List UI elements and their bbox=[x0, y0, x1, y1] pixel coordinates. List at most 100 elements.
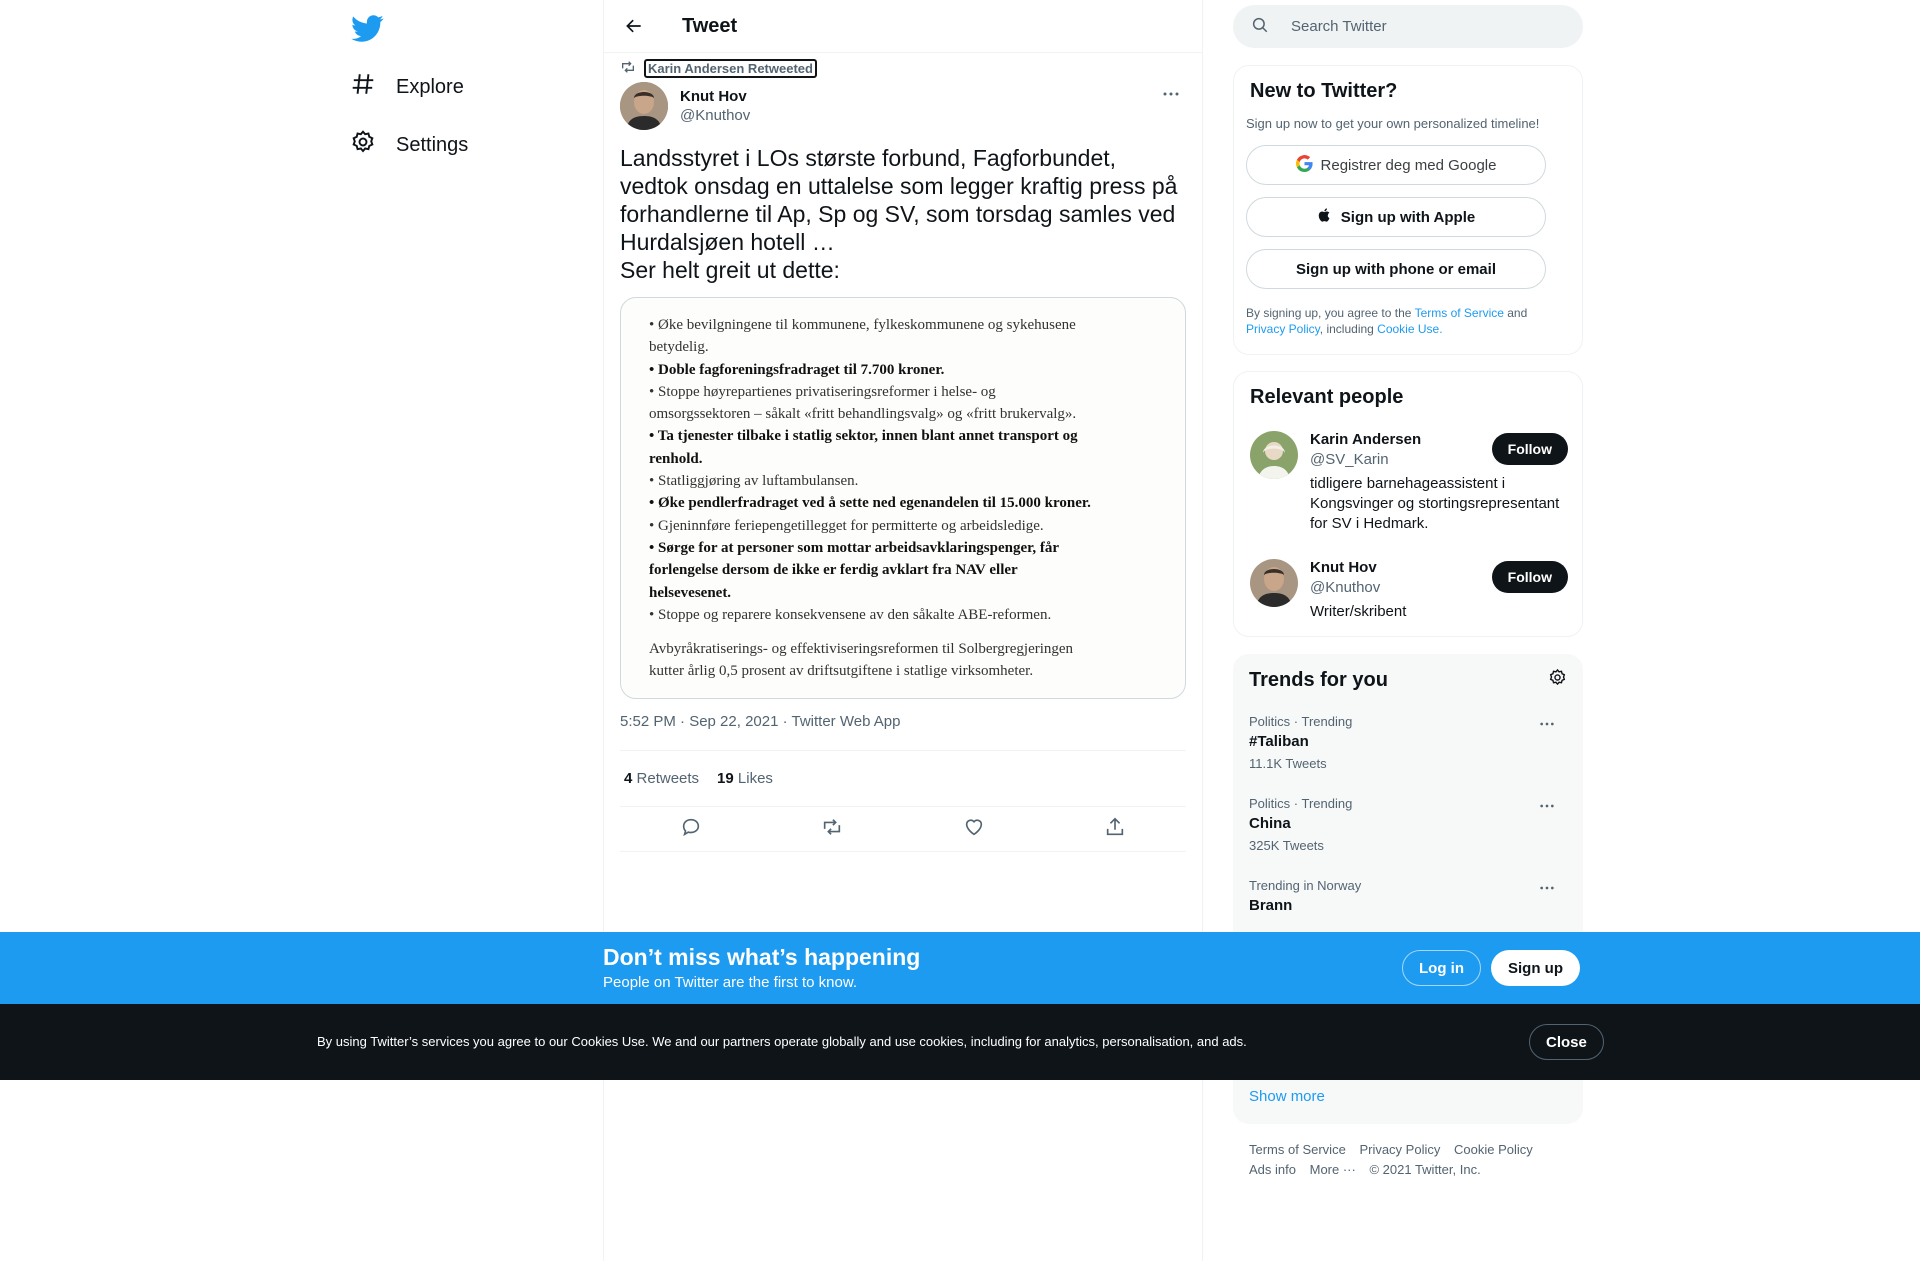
apple-icon bbox=[1317, 207, 1333, 227]
google-signup-button[interactable]: Registrer deg med Google bbox=[1246, 145, 1546, 185]
relevant-people-card: Relevant people Karin Andersen @SV_Karin… bbox=[1233, 371, 1583, 637]
back-arrow-icon[interactable] bbox=[616, 8, 652, 44]
retweets-count: 4 bbox=[624, 770, 633, 787]
retweets-stat[interactable]: 4 Retweets bbox=[624, 770, 699, 787]
likes-stat[interactable]: 19 Likes bbox=[717, 770, 773, 787]
nav-settings-label: Settings bbox=[396, 133, 469, 156]
likes-label: Likes bbox=[737, 770, 773, 787]
likes-count: 19 bbox=[717, 770, 734, 787]
media-text-line: helsevesenet. bbox=[649, 584, 732, 601]
media-text-line: • Stoppe høyrepartienes privatiseringsre… bbox=[649, 383, 996, 400]
author-handle[interactable]: @Knuthov bbox=[680, 107, 750, 124]
nav-settings[interactable]: Settings bbox=[350, 119, 468, 171]
cookie-use-link[interactable]: Cookie Use bbox=[1377, 322, 1439, 336]
trends-title: Trends for you bbox=[1249, 668, 1388, 691]
retweeted-by-link[interactable]: Karin Andersen Retweeted bbox=[644, 59, 817, 78]
footer-copyright: © 2021 Twitter, Inc. bbox=[1369, 1162, 1481, 1177]
avatar[interactable] bbox=[1250, 559, 1298, 607]
trends-settings-gear-icon[interactable] bbox=[1548, 668, 1567, 692]
twitter-logo-icon[interactable] bbox=[350, 12, 384, 46]
search-input[interactable] bbox=[1291, 18, 1551, 35]
follow-button[interactable]: Follow bbox=[1491, 433, 1568, 465]
page-header: Tweet bbox=[604, 0, 1202, 53]
trend-meta: Trending in Norway bbox=[1249, 878, 1362, 893]
terms-of-service-link[interactable]: Terms of Service bbox=[1415, 306, 1504, 320]
media-footer-line: kutter årlig 0,5 prosent av driftsutgift… bbox=[649, 663, 1034, 680]
privacy-policy-link[interactable]: Privacy Policy bbox=[1246, 322, 1320, 336]
media-text-line: • Gjeninnføre feriepengetillegget for pe… bbox=[649, 517, 1044, 534]
footer-terms-link[interactable]: Terms of Service bbox=[1249, 1142, 1346, 1157]
follow-button[interactable]: Follow bbox=[1491, 561, 1568, 593]
cookie-banner-text: By using Twitter’s services you agree to… bbox=[317, 1034, 1247, 1049]
footer-ads-link[interactable]: Ads info bbox=[1249, 1162, 1296, 1177]
signup-terms: By signing up, you agree to the Terms of… bbox=[1246, 305, 1566, 337]
trend-count: 11.1K Tweets bbox=[1249, 756, 1327, 771]
trend-item[interactable]: Trending in Norway Brann bbox=[1249, 878, 1567, 914]
person-name[interactable]: Knut Hov bbox=[1310, 559, 1490, 576]
media-text-line: omsorgssektoren – såkalt «fritt behandli… bbox=[649, 406, 1077, 423]
retweet-small-icon bbox=[620, 59, 636, 78]
like-heart-icon[interactable] bbox=[963, 816, 985, 843]
media-footer-line: Avbyråkratiserings- og effektiviseringsr… bbox=[649, 641, 1074, 658]
google-icon bbox=[1295, 154, 1313, 176]
banner-title: Don’t miss what’s happening bbox=[603, 944, 921, 970]
person-info: Knut Hov @Knuthov Writer/skribent bbox=[1310, 559, 1490, 622]
person-bio: tidligere barnehageassistent i Kongsving… bbox=[1310, 475, 1560, 532]
nav-explore-label: Explore bbox=[396, 75, 464, 98]
terms-and: and bbox=[1503, 306, 1528, 320]
relevant-people-title: Relevant people bbox=[1250, 386, 1404, 408]
avatar[interactable] bbox=[620, 82, 668, 130]
media-text-line: • Statliggjøring av luftambulansen. bbox=[649, 473, 859, 490]
tweet-timestamp[interactable]: 5:52 PM · Sep 22, 2021 · Twitter Web App bbox=[620, 713, 900, 730]
retweeted-context: Karin Andersen Retweeted bbox=[620, 59, 817, 78]
login-button[interactable]: Log in bbox=[1402, 950, 1481, 986]
media-text-line: renhold. bbox=[649, 450, 703, 467]
footer-more-link[interactable]: More ··· bbox=[1310, 1162, 1356, 1177]
person-handle[interactable]: @Knuthov bbox=[1310, 579, 1490, 596]
phone-signup-label: Sign up with phone or email bbox=[1295, 260, 1496, 278]
media-text-line: • Øke pendlerfradraget ved å sette ned e… bbox=[649, 495, 1091, 512]
terms-end: . bbox=[1439, 322, 1443, 336]
media-text-line: • Stoppe og reparere konsekvensene av de… bbox=[649, 606, 1052, 623]
banner-subtitle: People on Twitter are the first to know. bbox=[603, 974, 858, 991]
search-bar[interactable] bbox=[1233, 5, 1583, 48]
share-icon[interactable] bbox=[1104, 816, 1126, 843]
person-name[interactable]: Karin Andersen bbox=[1310, 431, 1490, 448]
more-options-icon[interactable] bbox=[1535, 878, 1559, 898]
new-to-twitter-card: New to Twitter? Sign up now to get your … bbox=[1233, 65, 1583, 355]
terms-prefix: By signing up, you agree to the bbox=[1246, 306, 1415, 320]
signup-button[interactable]: Sign up bbox=[1491, 950, 1580, 986]
sidebar-footer: Terms of Service Privacy Policy Cookie P… bbox=[1249, 1140, 1569, 1180]
trend-item[interactable]: Politics · Trending China 325K Tweets bbox=[1249, 796, 1567, 853]
trend-meta: Politics · Trending bbox=[1249, 714, 1353, 729]
apple-signup-button[interactable]: Sign up with Apple bbox=[1246, 197, 1546, 237]
more-options-icon[interactable] bbox=[1535, 796, 1559, 816]
footer-privacy-link[interactable]: Privacy Policy bbox=[1359, 1142, 1440, 1157]
nav-explore[interactable]: Explore bbox=[350, 61, 464, 113]
apple-signup-label: Sign up with Apple bbox=[1340, 208, 1476, 226]
retweet-icon[interactable] bbox=[821, 816, 843, 843]
avatar[interactable] bbox=[1250, 431, 1298, 479]
tweet-text: Landsstyret i LOs største forbund, Fagfo… bbox=[620, 145, 1178, 283]
person-handle[interactable]: @SV_Karin bbox=[1310, 451, 1490, 468]
trend-name: #Taliban bbox=[1249, 733, 1309, 750]
signup-banner: Don’t miss what’s happening People on Tw… bbox=[0, 932, 1920, 1004]
more-options-icon[interactable] bbox=[1156, 84, 1186, 104]
show-more-link[interactable]: Show more bbox=[1249, 1088, 1325, 1105]
reply-icon[interactable] bbox=[680, 816, 702, 843]
close-button[interactable]: Close bbox=[1529, 1024, 1604, 1060]
tweet-media-image[interactable]: • Øke bevilgningene til kommunene, fylke… bbox=[620, 297, 1186, 699]
tweet-author: Knut Hov @Knuthov bbox=[620, 82, 750, 130]
retweets-label: Retweets bbox=[636, 770, 700, 787]
more-options-icon[interactable] bbox=[1535, 714, 1559, 734]
terms-including: , including bbox=[1319, 322, 1378, 336]
media-text-line: forlengelse dersom de ikke er ferdig avk… bbox=[649, 562, 1018, 579]
trend-item[interactable]: Politics · Trending #Taliban 11.1K Tweet… bbox=[1249, 714, 1567, 771]
footer-cookie-link[interactable]: Cookie Policy bbox=[1454, 1142, 1533, 1157]
author-name[interactable]: Knut Hov bbox=[680, 88, 750, 105]
gear-icon bbox=[350, 129, 376, 161]
search-icon bbox=[1251, 16, 1269, 38]
page-title: Tweet bbox=[682, 14, 738, 37]
tweet-actions bbox=[620, 807, 1186, 852]
phone-signup-button[interactable]: Sign up with phone or email bbox=[1246, 249, 1546, 289]
